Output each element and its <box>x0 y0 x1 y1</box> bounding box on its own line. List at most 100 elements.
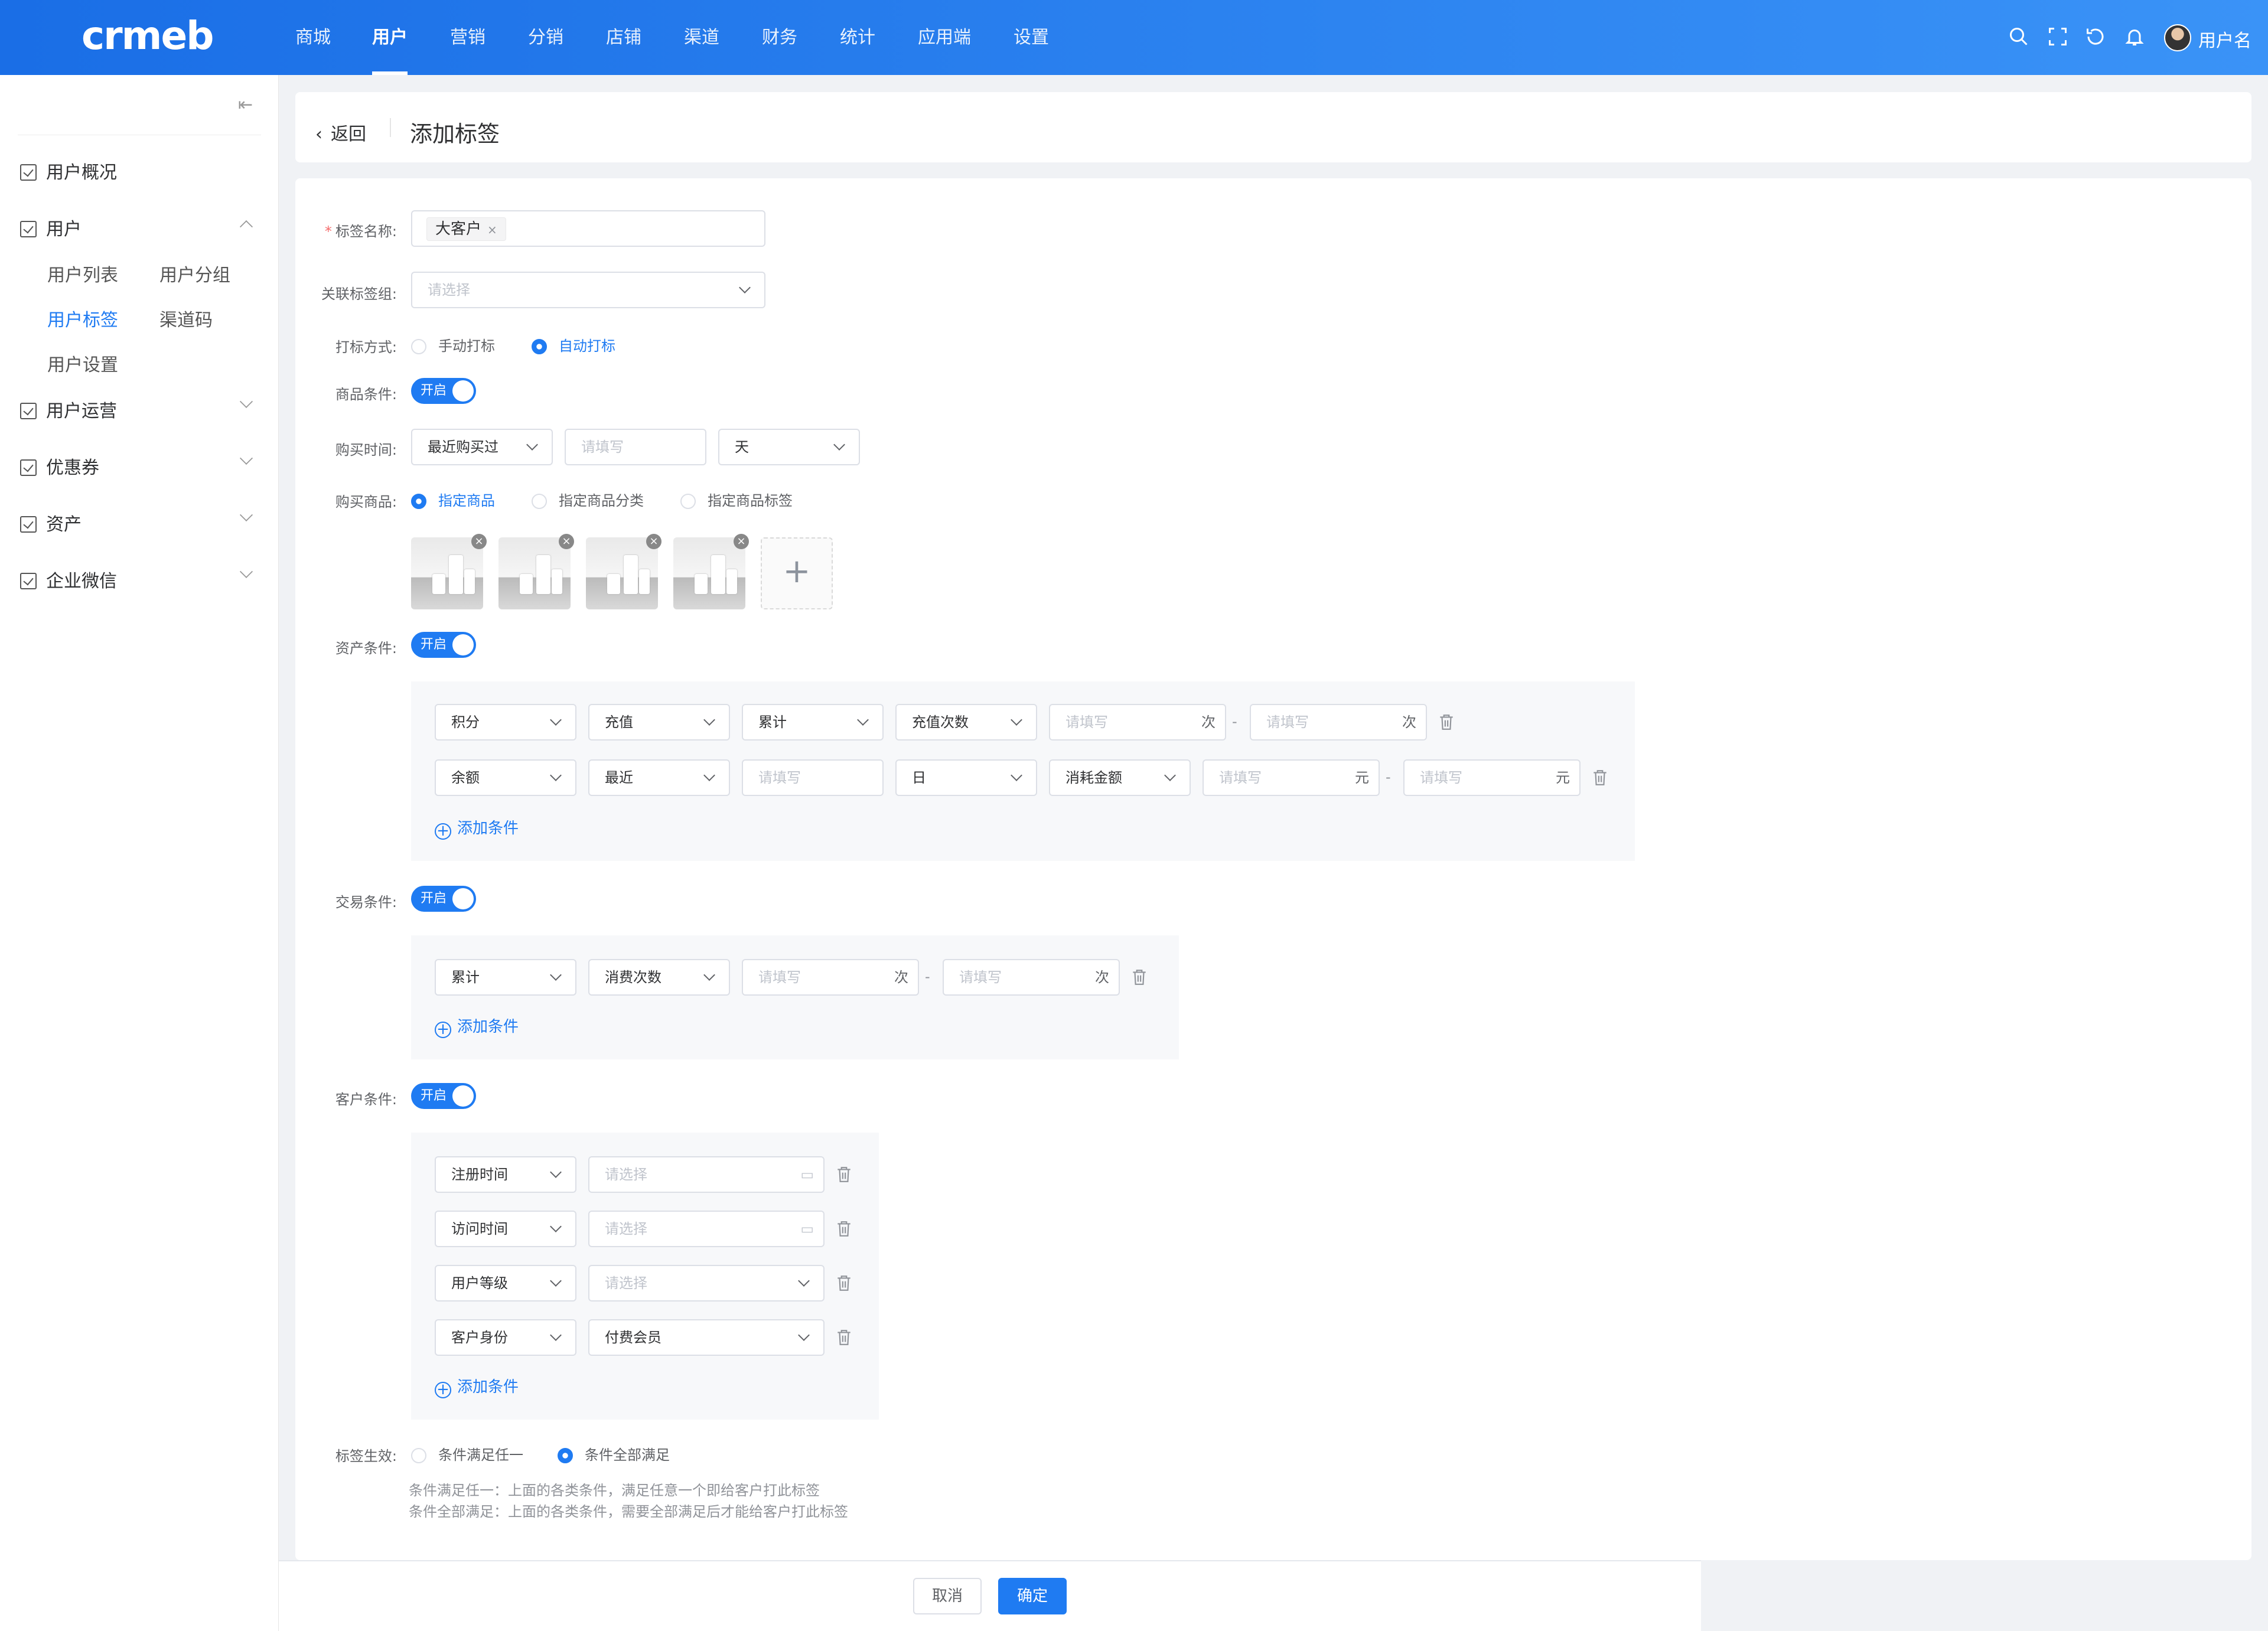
tag-name-input[interactable]: 大客户 × <box>411 210 765 247</box>
tag-group-select[interactable]: 请选择 <box>411 272 765 308</box>
product-thumbnail[interactable]: × <box>411 534 487 609</box>
sidebar-sub-user-settings[interactable]: 用户设置 <box>47 350 118 376</box>
nav-settings[interactable]: 设置 <box>1014 0 1049 75</box>
close-icon[interactable]: × <box>471 534 487 549</box>
chevron-down-icon[interactable] <box>239 451 253 465</box>
trade-range-select[interactable]: 累计 <box>435 959 576 996</box>
sidebar-item-user-ops[interactable]: 用户运营 <box>20 396 117 422</box>
sidebar-item-overview[interactable]: 用户概况 <box>20 158 117 184</box>
asset-range-select[interactable]: 累计 <box>742 704 884 741</box>
sidebar-item-coupon[interactable]: 优惠券 <box>20 453 99 479</box>
plus-circle-icon: + <box>435 1022 451 1038</box>
asset-action-select[interactable]: 最近 <box>588 759 730 796</box>
asset-max-input[interactable]: 请填写元 <box>1403 759 1581 796</box>
username[interactable]: 用户名 <box>2198 26 2251 52</box>
sidebar-sub-user-tag[interactable]: 用户标签 <box>47 305 118 331</box>
customer-field-select[interactable]: 访问时间 <box>435 1211 576 1247</box>
product-thumbnail[interactable]: × <box>498 534 574 609</box>
trash-icon[interactable] <box>1439 713 1454 731</box>
product-thumbnail[interactable]: × <box>586 534 662 609</box>
asset-type-select[interactable]: 余额 <box>435 759 576 796</box>
customer-condition-switch[interactable]: 开启 <box>411 1083 476 1109</box>
asset-condition-switch[interactable]: 开启 <box>411 632 476 658</box>
bell-icon[interactable] <box>2124 26 2145 47</box>
asset-min-input[interactable]: 请填写元 <box>1203 759 1380 796</box>
customer-identity-select[interactable]: 付费会员 <box>588 1319 825 1356</box>
close-icon[interactable]: × <box>734 534 749 549</box>
chevron-down-icon[interactable] <box>239 508 253 522</box>
trade-min-input[interactable]: 请填写次 <box>742 959 919 996</box>
radio-auto-tag[interactable]: 自动打标 <box>532 334 615 355</box>
sidebar-item-user[interactable]: 用户 <box>20 214 82 240</box>
trade-max-input[interactable]: 请填写次 <box>943 959 1120 996</box>
trash-icon[interactable] <box>836 1274 852 1292</box>
radio-manual-tag[interactable]: 手动打标 <box>411 334 495 355</box>
back-button[interactable]: ‹ 返回 <box>315 119 366 145</box>
nav-distribution[interactable]: 分销 <box>528 0 563 75</box>
radio-all-conditions[interactable]: 条件全部满足 <box>558 1443 670 1464</box>
nav-finance[interactable]: 财务 <box>762 0 797 75</box>
trade-metric-select[interactable]: 消费次数 <box>588 959 730 996</box>
chevron-up-icon[interactable] <box>239 220 253 234</box>
radio-goods-category[interactable]: 指定商品分类 <box>532 489 644 510</box>
customer-field-select[interactable]: 客户身份 <box>435 1319 576 1356</box>
asset-max-input[interactable]: 请填写次 <box>1250 704 1427 741</box>
sidebar-item-assets[interactable]: 资产 <box>20 510 82 536</box>
fullscreen-icon[interactable] <box>2047 26 2068 47</box>
buy-time-range-select[interactable]: 最近购买过 <box>411 429 553 465</box>
product-thumbnail[interactable]: × <box>673 534 749 609</box>
asset-period-input[interactable]: 请填写 <box>742 759 884 796</box>
asset-metric-select[interactable]: 充值次数 <box>895 704 1037 741</box>
trade-condition-switch[interactable]: 开启 <box>411 886 476 912</box>
add-customer-condition-button[interactable]: + 添加条件 <box>435 1375 519 1398</box>
close-icon[interactable]: × <box>487 223 497 237</box>
buy-time-value-input[interactable]: 请填写 <box>565 429 706 465</box>
sidebar-item-wecom[interactable]: 企业微信 <box>20 566 117 592</box>
buy-time-unit-select[interactable]: 天 <box>718 429 860 465</box>
user-level-select[interactable]: 请选择 <box>588 1265 825 1301</box>
trash-icon[interactable] <box>1132 968 1147 986</box>
checklist-icon <box>20 516 37 533</box>
chevron-down-icon[interactable] <box>239 565 253 579</box>
radio-any-condition[interactable]: 条件满足任一 <box>411 1443 523 1464</box>
asset-metric-select[interactable]: 消耗金额 <box>1049 759 1191 796</box>
refresh-icon[interactable] <box>2085 26 2106 47</box>
close-icon[interactable]: × <box>646 534 662 549</box>
nav-mall[interactable]: 商城 <box>295 0 331 75</box>
trash-icon[interactable] <box>836 1166 852 1183</box>
chevron-down-icon[interactable] <box>239 394 253 409</box>
avatar[interactable] <box>2164 24 2191 51</box>
collapse-sidebar-icon[interactable]: ⇤ <box>238 94 253 115</box>
trash-icon[interactable] <box>1592 769 1608 787</box>
customer-field-select[interactable]: 用户等级 <box>435 1265 576 1301</box>
close-icon[interactable]: × <box>559 534 574 549</box>
asset-type-select[interactable]: 积分 <box>435 704 576 741</box>
cancel-button[interactable]: 取消 <box>913 1578 982 1614</box>
radio-goods-tag[interactable]: 指定商品标签 <box>680 489 793 510</box>
sidebar-sub-user-list[interactable]: 用户列表 <box>47 260 118 286</box>
logo[interactable]: crmeb <box>82 13 214 58</box>
search-icon[interactable] <box>2008 26 2029 47</box>
asset-unit-select[interactable]: 日 <box>895 759 1037 796</box>
asset-min-input[interactable]: 请填写次 <box>1049 704 1226 741</box>
sidebar-sub-channel-code[interactable]: 渠道码 <box>159 305 213 331</box>
nav-marketing[interactable]: 营销 <box>450 0 485 75</box>
register-date-picker[interactable]: 请选择 ▭ <box>588 1156 825 1193</box>
add-asset-condition-button[interactable]: + 添加条件 <box>435 816 519 840</box>
asset-action-select[interactable]: 充值 <box>588 704 730 741</box>
add-product-button[interactable]: + <box>761 537 833 609</box>
trash-icon[interactable] <box>836 1329 852 1346</box>
visit-date-picker[interactable]: 请选择 ▭ <box>588 1211 825 1247</box>
nav-channel[interactable]: 渠道 <box>684 0 719 75</box>
radio-specific-goods[interactable]: 指定商品 <box>411 489 495 510</box>
sidebar-sub-user-group[interactable]: 用户分组 <box>159 260 230 286</box>
confirm-button[interactable]: 确定 <box>998 1578 1067 1614</box>
goods-condition-switch[interactable]: 开启 <box>411 378 476 404</box>
nav-user[interactable]: 用户 <box>372 0 408 75</box>
nav-statistics[interactable]: 统计 <box>840 0 875 75</box>
customer-field-select[interactable]: 注册时间 <box>435 1156 576 1193</box>
trash-icon[interactable] <box>836 1220 852 1238</box>
add-trade-condition-button[interactable]: + 添加条件 <box>435 1015 519 1038</box>
nav-apps[interactable]: 应用端 <box>918 0 971 75</box>
nav-store[interactable]: 店铺 <box>606 0 641 75</box>
